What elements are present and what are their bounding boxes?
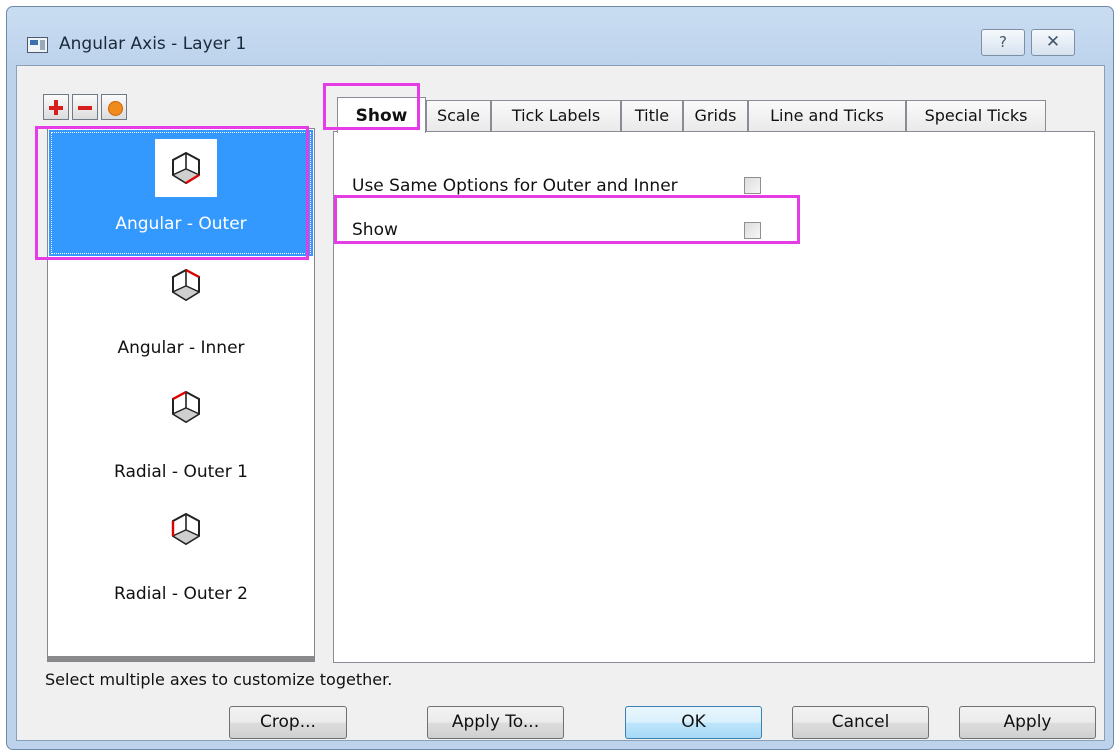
tab-special-ticks[interactable]: Special Ticks <box>906 100 1046 132</box>
window-title: Angular Axis - Layer 1 <box>59 34 247 54</box>
axis-cube-icon <box>155 378 217 436</box>
axis-dialog: Angular Axis - Layer 1 ? ✕ Angular - Out… <box>6 6 1114 750</box>
title-bar[interactable]: Angular Axis - Layer 1 ? ✕ <box>7 7 1113 59</box>
axis-cube-icon <box>155 256 217 314</box>
close-icon: ✕ <box>1045 32 1061 52</box>
cancel-button[interactable]: Cancel <box>792 706 929 739</box>
show-label: Show <box>352 220 398 240</box>
axis-item-angular-outer[interactable]: Angular - Outer <box>49 130 313 256</box>
tab-scale[interactable]: Scale <box>426 100 491 132</box>
list-scrollbar-edge <box>48 656 314 661</box>
same-options-checkbox[interactable] <box>744 177 761 194</box>
axis-cube-icon <box>155 500 217 558</box>
help-button[interactable]: ? <box>981 29 1025 56</box>
axis-item-radial-outer-1[interactable]: Radial - Outer 1 <box>49 380 313 506</box>
axis-item-label: Angular - Inner <box>117 338 245 358</box>
axis-option-button[interactable] <box>101 94 127 120</box>
tab-panel-show: Use Same Options for Outer and Inner Sho… <box>333 131 1095 663</box>
tab-line-and-ticks[interactable]: Line and Ticks <box>748 100 906 132</box>
remove-axis-button[interactable] <box>72 94 98 120</box>
tab-show[interactable]: Show <box>337 97 426 133</box>
window-icon <box>27 37 48 53</box>
tab-tick-labels[interactable]: Tick Labels <box>491 100 621 132</box>
tab-title[interactable]: Title <box>621 100 683 132</box>
axis-list[interactable]: Angular - Outer Angular - Inner Radial -… <box>47 128 315 662</box>
help-icon: ? <box>999 33 1007 51</box>
crop-button[interactable]: Crop... <box>229 706 347 739</box>
tab-grids[interactable]: Grids <box>683 100 748 132</box>
axis-item-angular-inner[interactable]: Angular - Inner <box>49 258 313 384</box>
dialog-body: Angular - Outer Angular - Inner Radial -… <box>16 65 1105 741</box>
ok-button[interactable]: OK <box>625 706 762 739</box>
axis-item-label: Radial - Outer 1 <box>114 462 248 482</box>
axis-item-label: Radial - Outer 2 <box>114 584 248 604</box>
apply-to-button[interactable]: Apply To... <box>427 706 564 739</box>
axis-cube-icon <box>155 139 217 197</box>
add-axis-button[interactable] <box>43 94 69 120</box>
apply-button[interactable]: Apply <box>959 706 1096 739</box>
close-button[interactable]: ✕ <box>1031 29 1075 56</box>
hint-text: Select multiple axes to customize togeth… <box>45 670 393 689</box>
same-options-label: Use Same Options for Outer and Inner <box>352 176 678 196</box>
axis-item-radial-outer-2[interactable]: Radial - Outer 2 <box>49 502 313 628</box>
axis-item-label: Angular - Outer <box>115 214 247 234</box>
show-checkbox[interactable] <box>744 222 761 239</box>
